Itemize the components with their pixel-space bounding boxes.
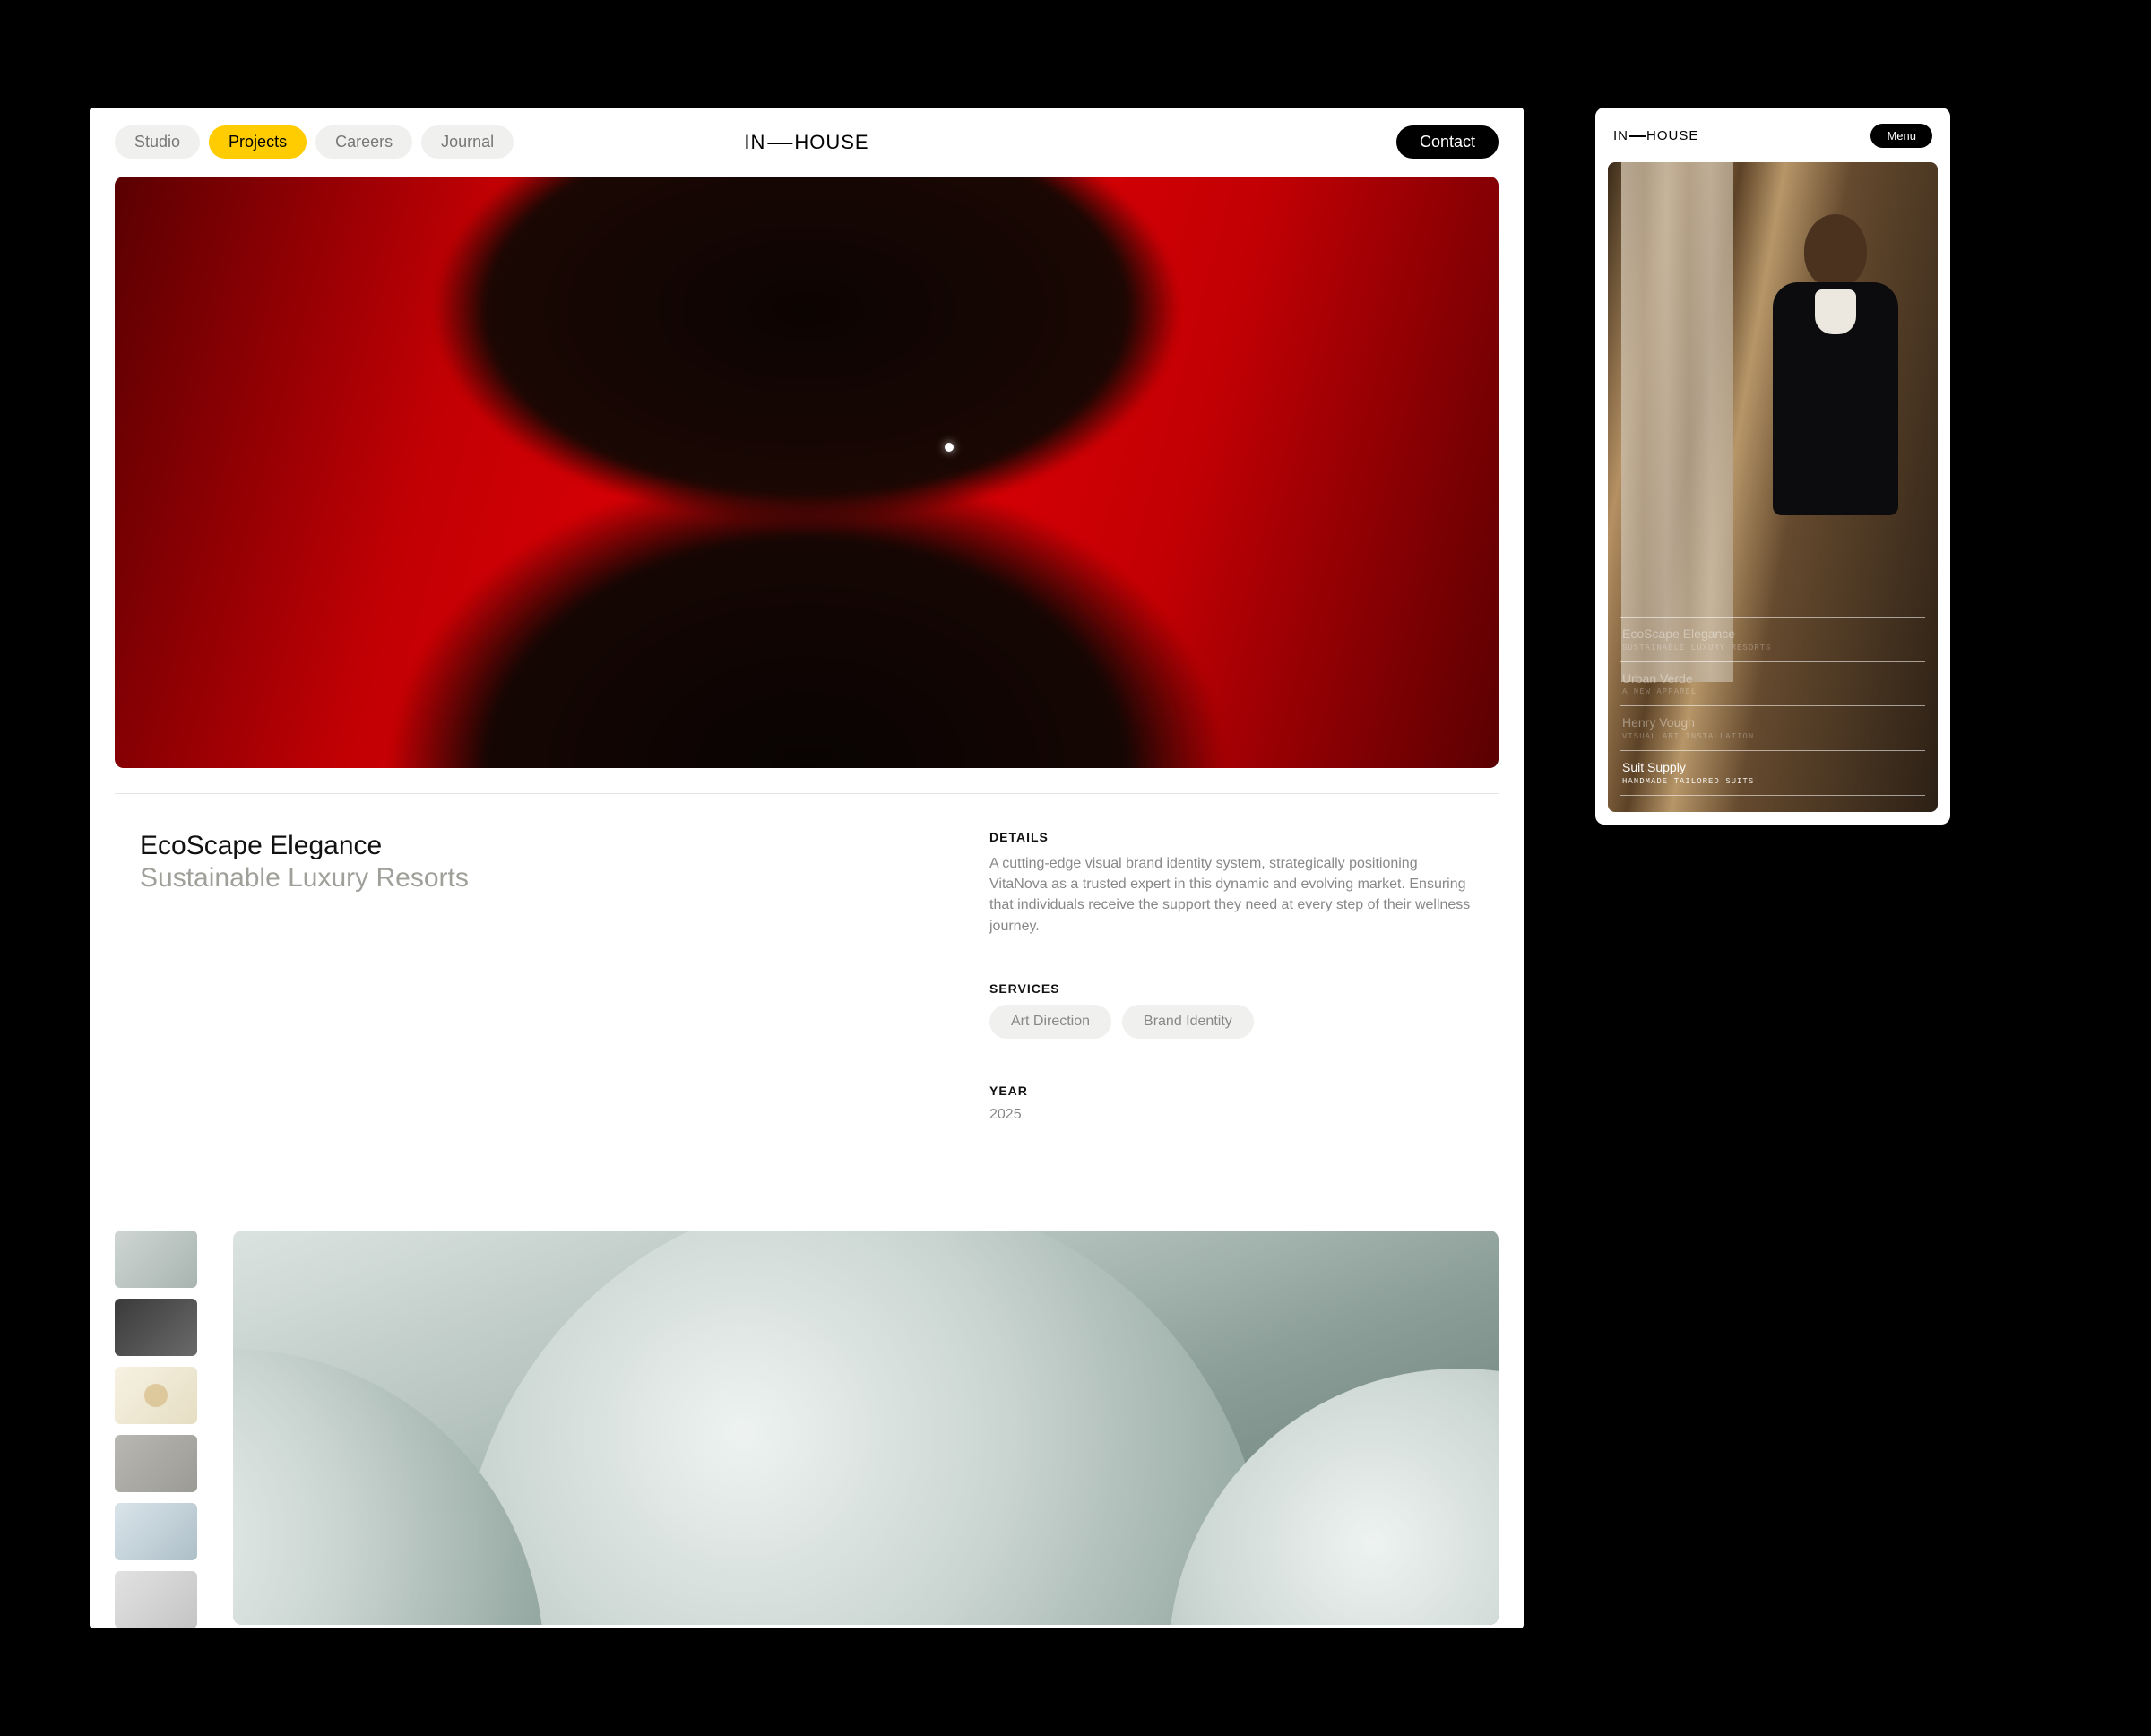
project-item-title: EcoScape Elegance bbox=[1622, 626, 1923, 642]
header: Studio Projects Careers Journal INHOUSE … bbox=[90, 108, 1524, 177]
gallery-main-media bbox=[233, 1231, 1499, 1625]
project-item-sub: SUSTAINABLE LUXURY RESORTS bbox=[1622, 643, 1923, 652]
desktop-viewport: Studio Projects Careers Journal INHOUSE … bbox=[90, 108, 1524, 1628]
service-pill[interactable]: Art Direction bbox=[989, 1005, 1111, 1039]
project-item-sub: A NEW APPAREL bbox=[1622, 687, 1923, 696]
hero-figure bbox=[323, 177, 1291, 768]
brand-part-1: IN bbox=[744, 131, 765, 153]
nav-item-projects[interactable]: Projects bbox=[209, 125, 307, 159]
project-meta: EcoScape Elegance Sustainable Luxury Res… bbox=[115, 793, 1499, 1231]
services-label: SERVICES bbox=[989, 981, 1473, 996]
project-item-title: Urban Verde bbox=[1622, 671, 1923, 687]
project-list-item[interactable]: EcoScape Elegance SUSTAINABLE LUXURY RES… bbox=[1620, 617, 1925, 661]
service-pill[interactable]: Brand Identity bbox=[1122, 1005, 1254, 1039]
primary-nav: Studio Projects Careers Journal bbox=[115, 125, 514, 159]
contact-button[interactable]: Contact bbox=[1396, 125, 1499, 159]
mobile-hero: EcoScape Elegance SUSTAINABLE LUXURY RES… bbox=[1608, 162, 1938, 812]
project-gallery bbox=[90, 1231, 1524, 1628]
project-item-sub: HANDMADE TAILORED SUITS bbox=[1622, 777, 1923, 786]
figure-torso bbox=[1773, 282, 1898, 515]
brand-logo[interactable]: IN HOUSE bbox=[744, 131, 868, 154]
nav-item-studio[interactable]: Studio bbox=[115, 125, 200, 159]
project-item-title: Henry Vough bbox=[1622, 715, 1923, 730]
hero-backdrop bbox=[1621, 162, 1733, 682]
details-body: A cutting-edge visual brand identity sys… bbox=[989, 853, 1473, 937]
project-details-block: DETAILS A cutting-edge visual brand iden… bbox=[989, 830, 1473, 1123]
gallery-thumbnails bbox=[115, 1231, 197, 1628]
gallery-thumb[interactable] bbox=[115, 1231, 197, 1288]
brand-part-2: HOUSE bbox=[794, 131, 868, 153]
brand-divider-icon bbox=[767, 143, 792, 144]
figure-collar bbox=[1815, 289, 1856, 334]
services-row: Art Direction Brand Identity bbox=[989, 1005, 1473, 1039]
gallery-thumb[interactable] bbox=[115, 1367, 197, 1424]
year-label: YEAR bbox=[989, 1084, 1473, 1098]
brand-part-1: IN bbox=[1613, 128, 1628, 143]
project-item-title: Suit Supply bbox=[1622, 760, 1923, 775]
project-list-item[interactable]: Suit Supply HANDMADE TAILORED SUITS bbox=[1620, 750, 1925, 796]
mobile-header: IN HOUSE Menu bbox=[1608, 120, 1938, 162]
details-label: DETAILS bbox=[989, 830, 1473, 844]
media-shape bbox=[461, 1231, 1267, 1625]
nav-item-careers[interactable]: Careers bbox=[315, 125, 412, 159]
hero-media bbox=[115, 177, 1499, 768]
project-list-item[interactable]: Urban Verde A NEW APPAREL bbox=[1620, 661, 1925, 706]
brand-divider-icon bbox=[1629, 135, 1646, 137]
mobile-viewport: IN HOUSE Menu EcoScape Elegance SUSTAINAB… bbox=[1595, 108, 1950, 825]
figure-head bbox=[1804, 214, 1867, 288]
project-item-sub: VISUAL ART INSTALLATION bbox=[1622, 732, 1923, 741]
gallery-thumb[interactable] bbox=[115, 1571, 197, 1628]
gallery-thumb[interactable] bbox=[115, 1435, 197, 1492]
nav-item-journal[interactable]: Journal bbox=[421, 125, 514, 159]
year-value: 2025 bbox=[989, 1107, 1473, 1123]
mobile-project-list: EcoScape Elegance SUSTAINABLE LUXURY RES… bbox=[1608, 617, 1938, 812]
project-subtitle: Sustainable Luxury Resorts bbox=[140, 862, 936, 894]
gallery-thumb[interactable] bbox=[115, 1299, 197, 1356]
menu-button[interactable]: Menu bbox=[1870, 124, 1932, 148]
gallery-thumb[interactable] bbox=[115, 1503, 197, 1560]
brand-part-2: HOUSE bbox=[1646, 128, 1698, 143]
project-title: EcoScape Elegance bbox=[140, 830, 936, 862]
brand-logo[interactable]: IN HOUSE bbox=[1613, 128, 1698, 143]
project-heading-block: EcoScape Elegance Sustainable Luxury Res… bbox=[140, 830, 936, 1123]
project-list-item[interactable]: Henry Vough VISUAL ART INSTALLATION bbox=[1620, 705, 1925, 750]
